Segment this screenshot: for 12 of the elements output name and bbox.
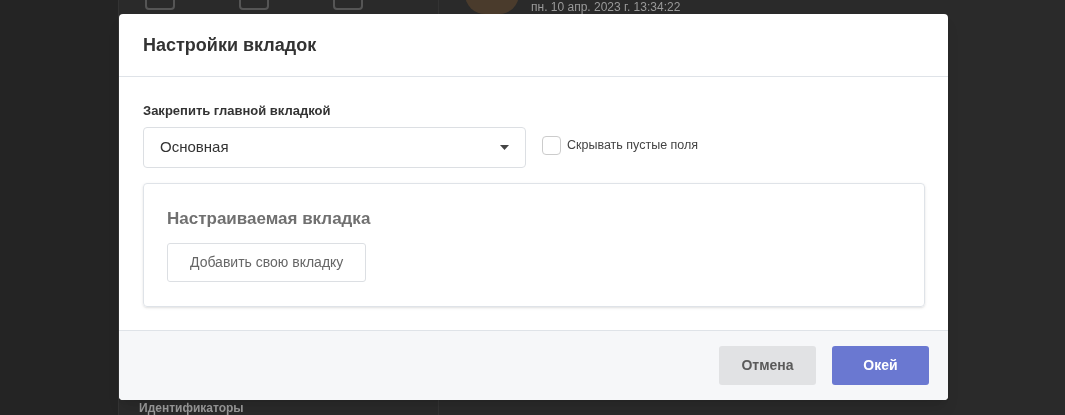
add-tab-button[interactable]: Добавить свою вкладку [167,243,367,282]
hide-empty-checkbox[interactable] [542,135,561,155]
main-tab-select[interactable]: Основная [143,126,526,168]
card-title: Настраиваемая вкладка [167,207,371,230]
dialog-title: Настройки вкладок [143,33,317,57]
timestamp: пн. 10 апр. 2023 г. 13:34:22 [531,1,681,13]
cancel-button[interactable]: Отмена [719,346,816,385]
field-label: Закрепить главной вкладкой [143,102,331,120]
ok-button[interactable]: Окей [832,346,929,385]
checkbox-label: Скрывать пустые поля [567,136,699,154]
section-link[interactable]: Идентификаторы [139,402,244,414]
caret-icon [500,144,509,150]
